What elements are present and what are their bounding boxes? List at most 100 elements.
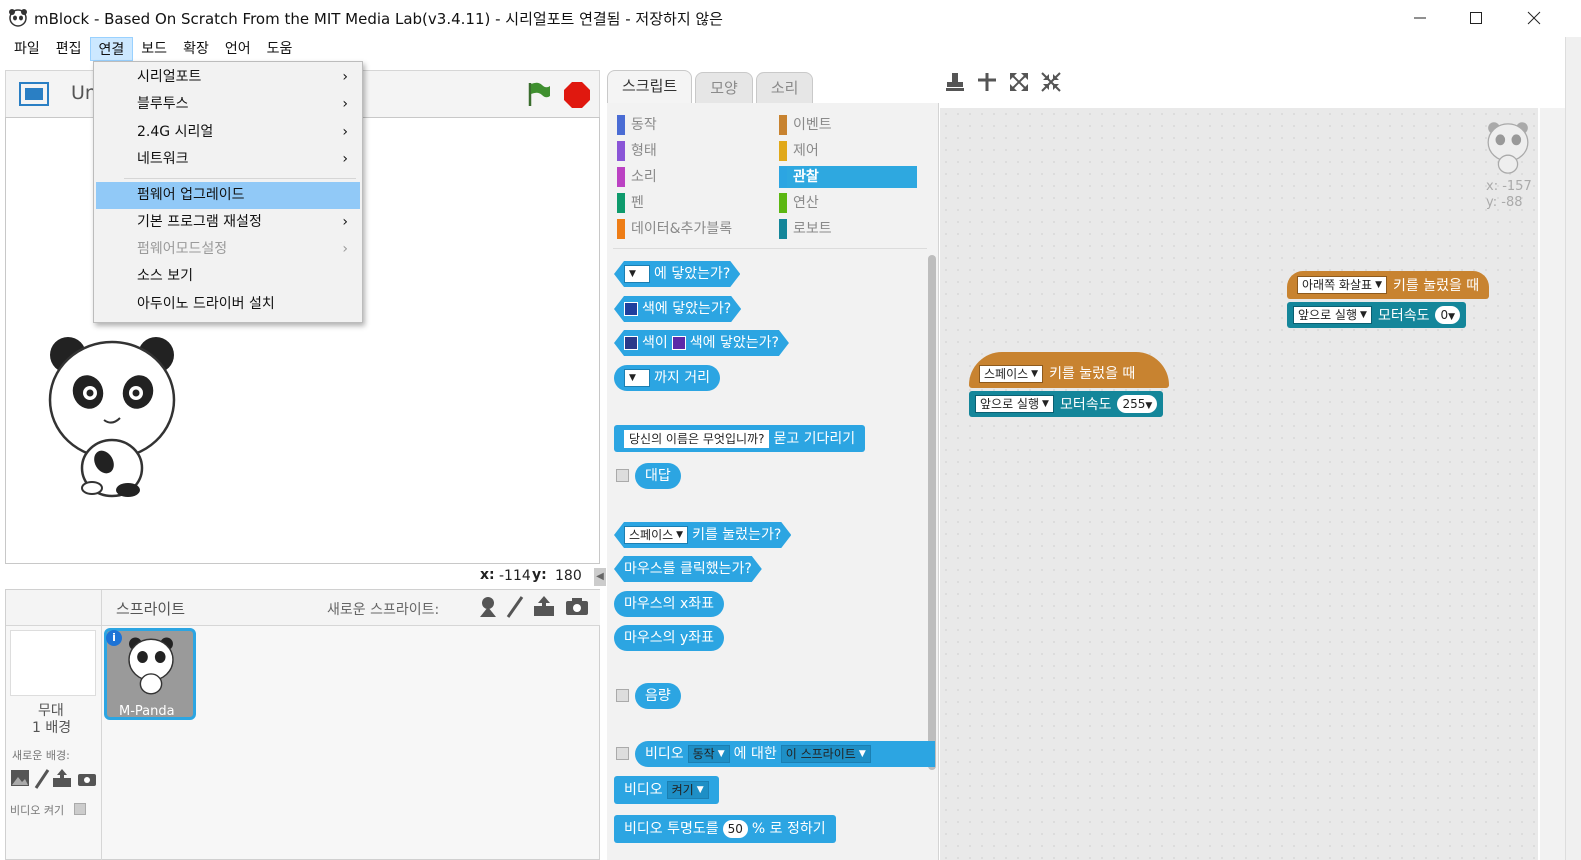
script1-run-forward[interactable]: 앞으로 실행 ▼ 모터속도 0▼ [1287, 302, 1467, 328]
menu-help[interactable]: 도움 [259, 37, 301, 61]
script2-direction-dropdown[interactable]: 앞으로 실행 ▼ [975, 395, 1054, 413]
camera-sprite-icon[interactable] [565, 596, 589, 616]
block-color-touching-color[interactable]: 색이 색에 닿았는가? [614, 330, 789, 356]
block-touching-color[interactable]: 색에 닿았는가? [614, 296, 741, 322]
dropdown-arrow-icon: ▼ [1145, 401, 1153, 411]
stop-icon[interactable] [563, 81, 591, 109]
loudness-checkbox[interactable] [616, 689, 629, 702]
cut-scissors-icon[interactable] [976, 72, 998, 92]
block-turn-video[interactable]: 비디오 켜기 ▼ [614, 776, 719, 804]
block-mouse-x[interactable]: 마우스의 x좌표 [614, 591, 725, 617]
category-robots[interactable]: 로보트 [779, 218, 832, 240]
green-flag-icon[interactable] [524, 80, 552, 108]
script2-when-key-pressed[interactable]: 스페이스 ▼ 키를 눌렀을 때 [969, 352, 1169, 388]
menu-item-24g-serial[interactable]: 2.4G 시리얼 › [96, 119, 360, 146]
menu-item-reset-default-program[interactable]: 기본 프로그램 재설정 › [96, 209, 360, 236]
script1-speed-input[interactable]: 0▼ [1435, 306, 1461, 324]
minimize-button[interactable] [1392, 0, 1448, 36]
palette-scrollbar[interactable] [928, 255, 936, 770]
menu-file[interactable]: 파일 [6, 37, 48, 61]
camera-backdrop-icon[interactable] [77, 770, 97, 787]
menu-item-bluetooth[interactable]: 블루투스 › [96, 91, 360, 118]
block-loudness[interactable]: 음량 [635, 683, 681, 709]
category-label: 펜 [631, 195, 644, 211]
block-answer[interactable]: 대답 [635, 463, 681, 489]
script1-key-dropdown[interactable]: 아래쪽 화살표 ▼ [1297, 276, 1387, 294]
script2-run-forward[interactable]: 앞으로 실행 ▼ 모터속도 255▼ [969, 391, 1164, 417]
color-swatch[interactable] [624, 302, 638, 316]
category-looks[interactable]: 형태 [617, 140, 657, 162]
category-data[interactable]: 데이터&추가블록 [617, 218, 732, 240]
paint-new-sprite-icon[interactable] [505, 595, 525, 619]
block-text: 에 닿았는가? [654, 266, 731, 282]
ask-input[interactable]: 당신의 이름은 무엇입니까? [624, 429, 770, 448]
sprite-info-icon[interactable]: i [106, 630, 122, 646]
block-mouse-down[interactable]: 마우스를 클릭했는가? [614, 556, 762, 582]
fullscreen-icon[interactable] [18, 81, 50, 107]
video-target-dropdown[interactable]: 이 스프라이트 ▼ [780, 745, 871, 763]
block-key-pressed[interactable]: 스페이스 ▼ 키를 눌렀는가? [614, 522, 791, 548]
video-state-dropdown[interactable]: 켜기 ▼ [666, 781, 709, 799]
menu-item-firmware-upgrade[interactable]: 펌웨어 업그레이드 [96, 182, 360, 209]
stage-thumbnail[interactable] [10, 630, 96, 696]
menu-edit[interactable]: 편집 [48, 37, 90, 61]
category-label: 데이터&추가블록 [631, 221, 733, 237]
menu-item-serial-port[interactable]: 시리얼포트 › [96, 64, 360, 91]
category-motion[interactable]: 동작 [617, 114, 657, 136]
block-video-motion-on[interactable]: 비디오 동작 ▼ 에 대한 이 스프라이트 ▼ [635, 741, 935, 767]
tab-scripts[interactable]: 스크립트 [607, 70, 693, 104]
upload-sprite-icon[interactable] [532, 594, 556, 618]
key-dropdown[interactable]: 스페이스 ▼ [624, 526, 688, 544]
block-set-video-transparency[interactable]: 비디오 투명도를 50 % 로 정하기 [614, 815, 836, 843]
upload-backdrop-icon[interactable] [52, 768, 72, 788]
maximize-icon [1470, 12, 1482, 24]
category-events[interactable]: 이벤트 [779, 114, 832, 136]
shrink-icon[interactable] [1041, 72, 1061, 92]
sprite-thumbnail-m-panda[interactable]: M-Panda i [104, 628, 196, 720]
category-operators[interactable]: 연산 [779, 192, 819, 214]
maximize-button[interactable] [1448, 0, 1504, 36]
category-control[interactable]: 제어 [779, 140, 819, 162]
block-ask-and-wait[interactable]: 당신의 이름은 무엇입니까? 묻고 기다리기 [614, 425, 866, 452]
script1-when-key-pressed[interactable]: 아래쪽 화살표 ▼ 키를 눌렀을 때 [1287, 271, 1490, 299]
menu-extensions[interactable]: 확장 [175, 37, 217, 61]
video-sensing-checkbox[interactable] [616, 747, 629, 760]
distance-dropdown[interactable]: ▼ [624, 369, 650, 387]
block-touching[interactable]: ▼ 에 닿았는가? [614, 261, 740, 287]
block-distance-to[interactable]: ▼ 까지 거리 [614, 365, 720, 391]
menu-item-view-source[interactable]: 소스 보기 [96, 263, 360, 290]
script2-speed-input[interactable]: 255▼ [1117, 395, 1158, 413]
category-sensing[interactable]: 관찰 [779, 166, 917, 188]
collapse-stage-button[interactable]: ◀ [594, 568, 606, 586]
backdrop-library-icon[interactable] [10, 769, 30, 787]
touching-dropdown[interactable]: ▼ [624, 265, 650, 283]
block-mouse-y[interactable]: 마우스의 y좌표 [614, 625, 725, 651]
transparency-input[interactable]: 50 [722, 820, 748, 838]
panda-sprite[interactable] [46, 330, 178, 505]
script1-direction-dropdown[interactable]: 앞으로 실행 ▼ [1293, 306, 1372, 324]
video-toggle-checkbox[interactable] [74, 803, 86, 815]
menu-bar: 파일 편집 연결 보드 확장 언어 도움 [0, 37, 1565, 61]
menu-board[interactable]: 보드 [133, 37, 175, 61]
scripts-scrollbar[interactable] [1540, 108, 1565, 860]
tab-costumes[interactable]: 모양 [695, 72, 753, 104]
tab-sounds[interactable]: 소리 [755, 72, 814, 104]
script2-key-dropdown[interactable]: 스페이스 ▼ [979, 365, 1044, 383]
paint-backdrop-icon[interactable] [34, 769, 50, 789]
menu-item-install-arduino-driver[interactable]: 아두이노 드라이버 설치 [96, 291, 360, 318]
close-button[interactable] [1506, 0, 1562, 36]
menu-language[interactable]: 언어 [217, 37, 259, 61]
grow-icon[interactable] [1009, 72, 1029, 92]
category-pen[interactable]: 펜 [617, 192, 644, 214]
scripts-area[interactable]: x: -157 y: -88 [940, 108, 1538, 860]
category-sound[interactable]: 소리 [617, 166, 657, 188]
color-swatch[interactable] [672, 336, 686, 350]
duplicate-stamp-icon[interactable] [945, 72, 965, 92]
choose-sprite-from-library-icon[interactable] [477, 595, 499, 619]
color-swatch[interactable] [624, 336, 638, 350]
menu-connect[interactable]: 연결 [89, 37, 134, 61]
video-attribute-dropdown[interactable]: 동작 ▼ [687, 745, 730, 763]
dropdown-value: 켜기 [671, 783, 694, 797]
menu-item-network[interactable]: 네트워크 › [96, 146, 360, 173]
answer-checkbox[interactable] [616, 469, 629, 482]
